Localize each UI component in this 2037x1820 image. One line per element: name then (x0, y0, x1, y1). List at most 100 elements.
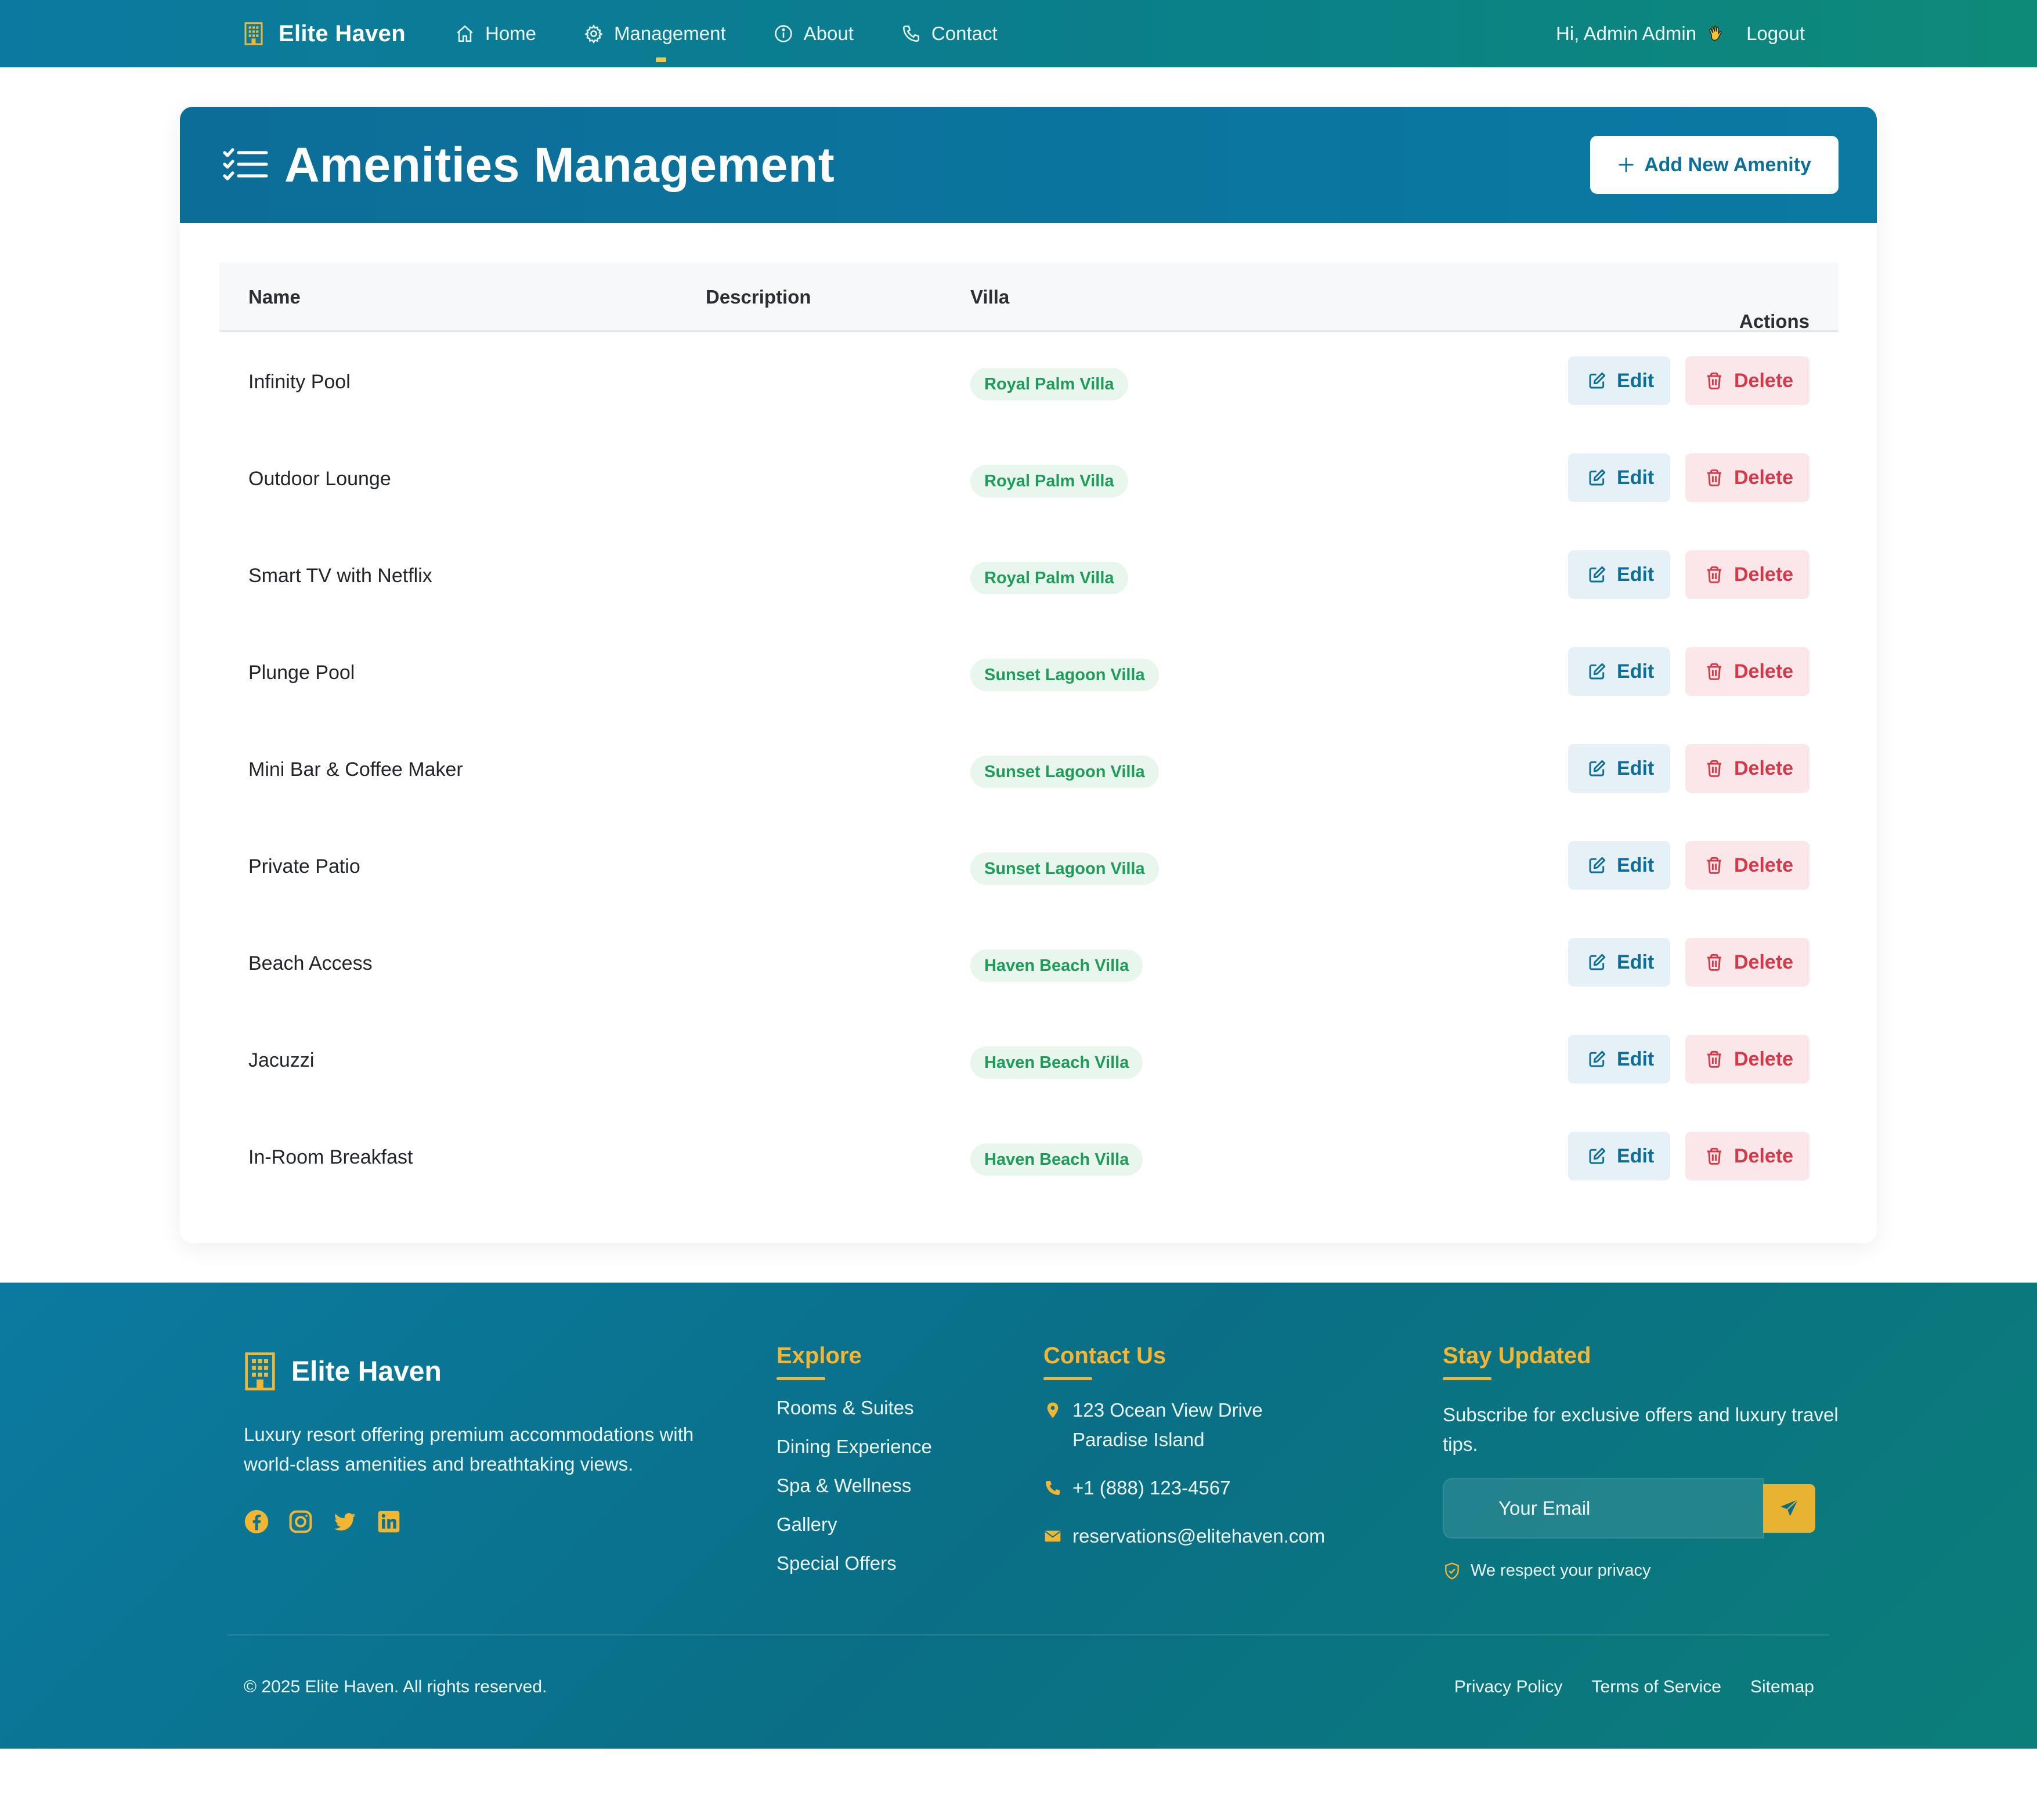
nav-about-label: About (803, 23, 854, 44)
footer-brand-name: Elite Haven (291, 1356, 442, 1387)
footer-description: Luxury resort offering premium accommoda… (244, 1424, 694, 1475)
explore-link-dining[interactable]: Dining Experience (776, 1435, 932, 1474)
explore-link-gallery[interactable]: Gallery (776, 1513, 932, 1552)
add-new-amenity-button[interactable]: Add New Amenity (1590, 136, 1839, 194)
subscribe-button[interactable] (1763, 1484, 1815, 1533)
edit-label: Edit (1617, 563, 1655, 586)
logout-link[interactable]: Logout (1746, 23, 1805, 45)
gear-icon (584, 24, 603, 44)
waving-hand-icon (1709, 25, 1722, 41)
edit-button[interactable]: Edit (1568, 841, 1670, 890)
nav-home[interactable]: Home (455, 23, 536, 45)
twitter-icon[interactable] (332, 1509, 357, 1534)
legal-links: Privacy Policy Terms of Service Sitemap (1454, 1677, 1814, 1697)
greeting-text: Hi, Admin Admin (1555, 23, 1697, 44)
delete-label: Delete (1734, 660, 1794, 682)
stay-underline (1443, 1377, 1491, 1380)
footer-brand[interactable]: Elite Haven (244, 1351, 442, 1392)
table-header: Name Description Villa Actions (219, 262, 1839, 332)
nav-management[interactable]: Management (584, 23, 726, 62)
delete-button[interactable]: Delete (1685, 841, 1810, 890)
table-body: Infinity Pool Royal Palm Villa Edit Delete O… (219, 332, 1839, 1204)
email-address[interactable]: reservations@elitehaven.com (1072, 1521, 1325, 1551)
home-icon (457, 25, 473, 42)
delete-button[interactable]: Delete (1685, 647, 1810, 696)
edit-label: Edit (1617, 369, 1655, 392)
edit-button[interactable]: Edit (1568, 744, 1670, 793)
linkedin-icon[interactable] (376, 1509, 402, 1534)
edit-button[interactable]: Edit (1568, 1035, 1670, 1084)
privacy-text: We respect your privacy (1471, 1561, 1651, 1580)
info-icon (774, 25, 792, 42)
top-navbar: Elite Haven Home Management About Contac… (0, 0, 2037, 67)
delete-label: Delete (1734, 563, 1794, 586)
site-footer: Elite Haven Luxury resort offering premi… (0, 1283, 2037, 1749)
edit-button[interactable]: Edit (1568, 550, 1670, 599)
amenity-name: In-Room Breakfast (248, 1146, 413, 1168)
footer-divider (227, 1634, 1829, 1635)
edit-button[interactable]: Edit (1568, 1132, 1670, 1180)
explore-link-offers[interactable]: Special Offers (776, 1552, 932, 1591)
terms-of-service-link[interactable]: Terms of Service (1592, 1677, 1721, 1697)
amenity-name: Infinity Pool (248, 371, 351, 393)
delete-button[interactable]: Delete (1685, 744, 1810, 793)
delete-button[interactable]: Delete (1685, 356, 1810, 405)
villa-badge: Royal Palm Villa (970, 368, 1128, 400)
edit-label: Edit (1617, 466, 1655, 489)
nav-home-label: Home (485, 23, 537, 44)
delete-button[interactable]: Delete (1685, 1035, 1810, 1084)
table-row: Plunge Pool Sunset Lagoon Villa Edit Delete (219, 623, 1839, 720)
user-greeting: Hi, Admin Admin (1556, 23, 1725, 45)
nav-management-label: Management (614, 23, 726, 44)
delete-button[interactable]: Delete (1685, 938, 1810, 987)
trash-icon (1707, 857, 1721, 874)
edit-button[interactable]: Edit (1568, 453, 1670, 502)
edit-icon (1589, 857, 1606, 873)
checklist-icon (223, 147, 268, 180)
brand-link[interactable]: Elite Haven (244, 16, 406, 51)
delete-label: Delete (1734, 951, 1794, 973)
nav-contact[interactable]: Contact (901, 23, 998, 45)
newsletter-column: Stay Updated Subscribe for exclusive off… (1443, 1343, 1849, 1459)
explore-heading: Explore (776, 1343, 862, 1368)
edit-label: Edit (1617, 757, 1655, 779)
explore-links: Rooms & Suites Dining Experience Spa & W… (776, 1396, 932, 1591)
delete-label: Delete (1734, 854, 1794, 876)
privacy-note: We respect your privacy (1443, 1561, 1651, 1580)
sitemap-link[interactable]: Sitemap (1750, 1677, 1814, 1697)
table-row: Private Patio Sunset Lagoon Villa Edit Dele… (219, 817, 1839, 913)
row-actions: Edit Delete (1568, 841, 1810, 890)
card-header: Amenities Management Add New Amenity (180, 107, 1877, 223)
instagram-icon[interactable] (288, 1509, 313, 1534)
amenity-name: Outdoor Lounge (248, 468, 391, 490)
edit-button[interactable]: Edit (1568, 938, 1670, 987)
row-actions: Edit Delete (1568, 356, 1810, 405)
explore-link-spa[interactable]: Spa & Wellness (776, 1474, 932, 1513)
facebook-icon[interactable] (244, 1509, 269, 1534)
newsletter-email-input[interactable] (1443, 1478, 1764, 1539)
address-line-1: 123 Ocean View Drive (1072, 1399, 1263, 1421)
contact-phone: +1 (888) 123-4567 (1043, 1473, 1325, 1503)
villa-badge: Sunset Lagoon Villa (970, 659, 1159, 691)
delete-button[interactable]: Delete (1685, 453, 1810, 502)
edit-icon (1589, 954, 1606, 970)
address-line-2: Paradise Island (1072, 1429, 1205, 1450)
explore-link-rooms[interactable]: Rooms & Suites (776, 1396, 932, 1435)
edit-button[interactable]: Edit (1568, 647, 1670, 696)
edit-button[interactable]: Edit (1568, 356, 1670, 405)
nav-about[interactable]: About (774, 23, 854, 45)
amenity-name: Mini Bar & Coffee Maker (248, 759, 463, 781)
edit-icon (1589, 1147, 1606, 1164)
delete-label: Delete (1734, 1144, 1794, 1167)
privacy-policy-link[interactable]: Privacy Policy (1454, 1677, 1563, 1697)
subscribe-form (1443, 1478, 1815, 1539)
phone-number[interactable]: +1 (888) 123-4567 (1072, 1473, 1230, 1503)
page-title-group: Amenities Management (222, 137, 835, 193)
villa-badge: Royal Palm Villa (970, 562, 1128, 594)
header-name: Name (248, 286, 301, 308)
delete-button[interactable]: Delete (1685, 550, 1810, 599)
trash-icon (1707, 1147, 1721, 1165)
table-row: Mini Bar & Coffee Maker Sunset Lagoon Vil… (219, 720, 1839, 817)
delete-button[interactable]: Delete (1685, 1132, 1810, 1180)
villa-badge: Royal Palm Villa (970, 465, 1128, 497)
